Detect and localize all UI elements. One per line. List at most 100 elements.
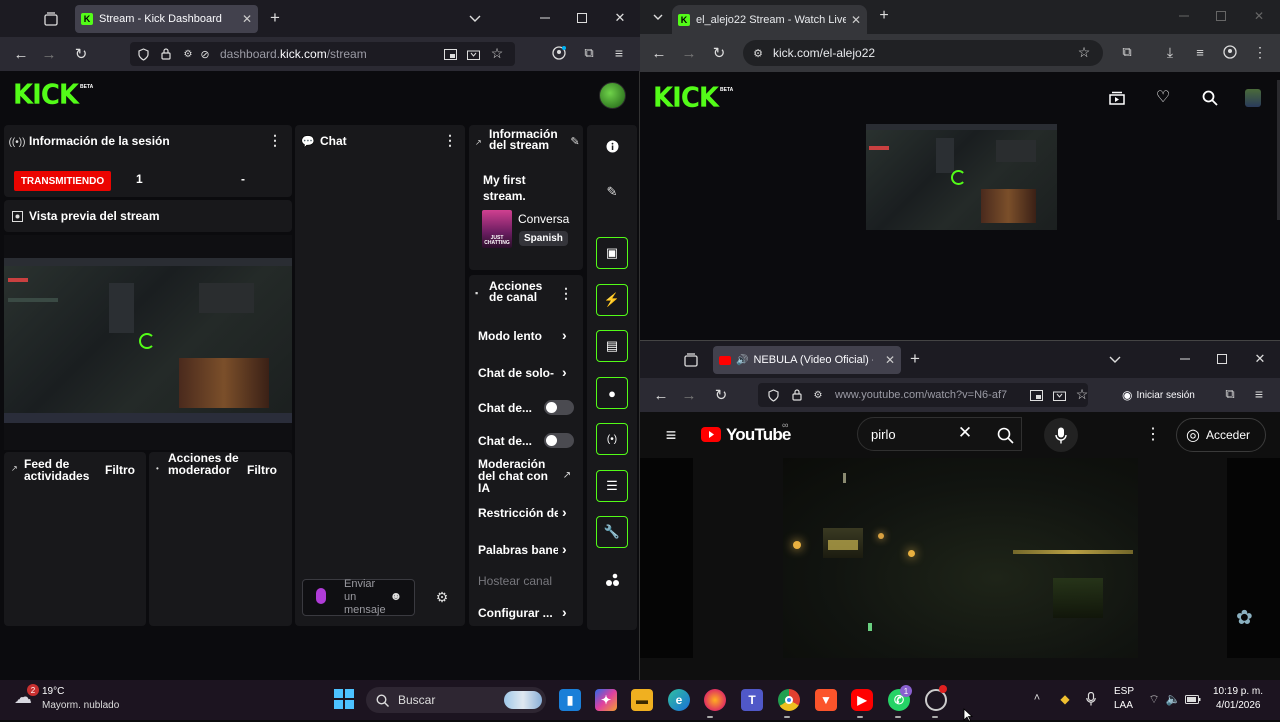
user-avatar[interactable] <box>1245 89 1261 107</box>
banned-words-item[interactable]: Palabras bane <box>478 543 558 557</box>
edge-icon[interactable]: e <box>668 689 690 711</box>
clock-time[interactable]: 10:19 p. m. <box>1213 686 1263 697</box>
minimize-icon[interactable] <box>536 9 554 27</box>
maximize-icon[interactable] <box>1213 8 1229 24</box>
back-icon[interactable]: ← <box>652 386 670 404</box>
mod-filter-button[interactable]: Filtro <box>247 463 277 477</box>
close-tab-icon[interactable]: ✕ <box>851 13 861 27</box>
kick-logo[interactable]: KICK <box>13 79 79 111</box>
close-window-icon[interactable]: ✕ <box>611 9 629 27</box>
back-icon[interactable]: ← <box>12 45 30 63</box>
picture-in-picture-icon[interactable] <box>443 46 457 62</box>
heart-icon[interactable]: ♡ <box>1153 87 1173 107</box>
clock-date[interactable]: 4/01/2026 <box>1216 700 1261 711</box>
media-controls-icon[interactable]: ≡ <box>1192 44 1208 60</box>
external-link-icon[interactable]: ↗ <box>561 469 573 481</box>
tab-kick-dashboard[interactable]: K Stream - Kick Dashboard ✕ <box>75 5 258 33</box>
taskbar-search[interactable]: Buscar <box>366 687 546 713</box>
account-icon[interactable] <box>551 45 567 61</box>
microphone-icon[interactable] <box>1084 691 1098 707</box>
copilot-icon[interactable]: ✦ <box>595 689 617 711</box>
picture-in-picture-icon[interactable] <box>1029 387 1043 403</box>
maximize-icon[interactable] <box>573 9 591 27</box>
reload-icon[interactable]: ↻ <box>710 44 728 62</box>
extensions-icon[interactable]: ⧉ <box>1119 44 1135 60</box>
floating-avatar-icon[interactable]: ✿ <box>1236 605 1266 633</box>
bookmark-star-icon[interactable]: ☆ <box>489 45 505 61</box>
lock-icon[interactable] <box>790 387 804 403</box>
wifi-icon[interactable]: ⌔ <box>1146 691 1162 707</box>
menu-icon[interactable]: ≡ <box>611 45 627 61</box>
url-bar[interactable]: kick.com/el-alejo22 <box>743 40 1103 66</box>
show-hidden-icons-chevron-icon[interactable]: ˄ <box>1030 691 1044 705</box>
kick-logo[interactable]: KICK <box>653 82 719 114</box>
weather-temperature[interactable]: 19°C <box>42 686 64 697</box>
download-icon[interactable]: ⤓ <box>1162 44 1178 60</box>
forward-icon[interactable]: → <box>40 45 58 63</box>
quick-actions-toggle[interactable]: ⚡ <box>596 284 628 316</box>
chat-toggle[interactable]: ● <box>596 377 628 409</box>
forward-icon[interactable]: → <box>680 386 698 404</box>
followers-only-chat-item[interactable]: Chat de solo- <box>478 366 554 380</box>
file-explorer-icon[interactable]: ▬ <box>631 689 653 711</box>
video-player[interactable] <box>783 458 1138 658</box>
youtube-app-icon[interactable]: ▶ <box>851 689 873 711</box>
save-to-pocket-icon[interactable] <box>466 46 480 62</box>
list-tabs-icon[interactable] <box>466 10 484 28</box>
subscribers-chat-toggle[interactable] <box>544 400 574 415</box>
close-tab-icon[interactable]: ✕ <box>885 353 895 367</box>
youtube-logo-icon[interactable] <box>701 427 721 442</box>
notes-toggle[interactable]: ▤ <box>596 330 628 362</box>
search-icon[interactable] <box>1200 88 1220 108</box>
tab-overview-icon[interactable] <box>42 10 60 28</box>
new-tab-icon[interactable]: + <box>266 8 284 27</box>
activity-filter-button[interactable]: Filtro <box>105 463 135 477</box>
minimize-icon[interactable] <box>1176 8 1192 24</box>
session-more-icon[interactable]: ⋮ <box>268 132 282 149</box>
firefox-icon[interactable] <box>704 689 726 711</box>
speaker-icon[interactable]: 🔊 <box>736 355 748 366</box>
tab-search-icon[interactable] <box>650 9 666 25</box>
list-tabs-icon[interactable] <box>1106 351 1124 369</box>
browse-icon[interactable] <box>1107 88 1127 108</box>
menu-icon[interactable]: ≡ <box>1251 386 1267 402</box>
permissions-icon[interactable]: ⚙ <box>181 46 195 62</box>
profile-icon[interactable] <box>1222 44 1238 60</box>
chrome-menu-icon[interactable]: ⋮ <box>1252 44 1268 60</box>
hamburger-menu-icon[interactable]: ≡ <box>661 425 681 445</box>
site-info-icon[interactable]: ⚙ <box>750 45 766 61</box>
reload-icon[interactable]: ↻ <box>72 45 90 63</box>
clear-search-icon[interactable]: ✕ <box>957 423 973 442</box>
youtube-logo-text[interactable]: YouTube <box>726 425 791 445</box>
widgets-app-icon[interactable]: ▮ <box>559 689 581 711</box>
search-icon[interactable] <box>995 425 1015 445</box>
tools-toggle[interactable]: 🔧 <box>596 516 628 548</box>
signin-button[interactable]: ◉ Iniciar sesión <box>1122 384 1222 406</box>
brave-icon[interactable]: ▼ <box>815 689 837 711</box>
bookmark-star-icon[interactable]: ☆ <box>1076 44 1092 60</box>
login-button[interactable]: ◎ Acceder <box>1176 418 1266 452</box>
keyboard-layout[interactable]: LAA <box>1114 700 1133 711</box>
restriction-item[interactable]: Restricción de <box>478 506 558 520</box>
permissions-icon[interactable]: ⚙ <box>811 387 825 403</box>
emoji-icon[interactable]: ☻ <box>389 589 403 603</box>
layout-toggle[interactable]: ☰ <box>596 470 628 502</box>
channel-actions-more-icon[interactable]: ⋮ <box>559 285 573 302</box>
bookmark-star-icon[interactable]: ☆ <box>1074 386 1090 402</box>
slow-mode-item[interactable]: Modo lento <box>478 329 542 343</box>
more-options-icon[interactable]: ⋮ <box>1144 425 1162 443</box>
reload-icon[interactable]: ↻ <box>712 386 730 404</box>
edit-pencil-icon[interactable]: ✎ <box>568 134 582 148</box>
shield-icon[interactable] <box>136 46 150 62</box>
ai-moderation-item[interactable]: Moderación del chat con IA <box>478 458 558 494</box>
extensions-icon[interactable]: ⧉ <box>1222 386 1238 402</box>
battery-icon[interactable] <box>1185 691 1201 707</box>
microphone-icon[interactable] <box>316 588 326 604</box>
new-tab-icon[interactable]: + <box>906 349 924 368</box>
tab-overview-icon[interactable] <box>682 351 700 369</box>
volume-icon[interactable]: 🔈 <box>1165 691 1181 707</box>
new-tab-icon[interactable]: + <box>876 7 892 24</box>
close-tab-icon[interactable]: ✕ <box>242 12 252 26</box>
emote-chat-toggle[interactable] <box>544 433 574 448</box>
pencil-icon[interactable]: ✎ <box>603 183 621 201</box>
